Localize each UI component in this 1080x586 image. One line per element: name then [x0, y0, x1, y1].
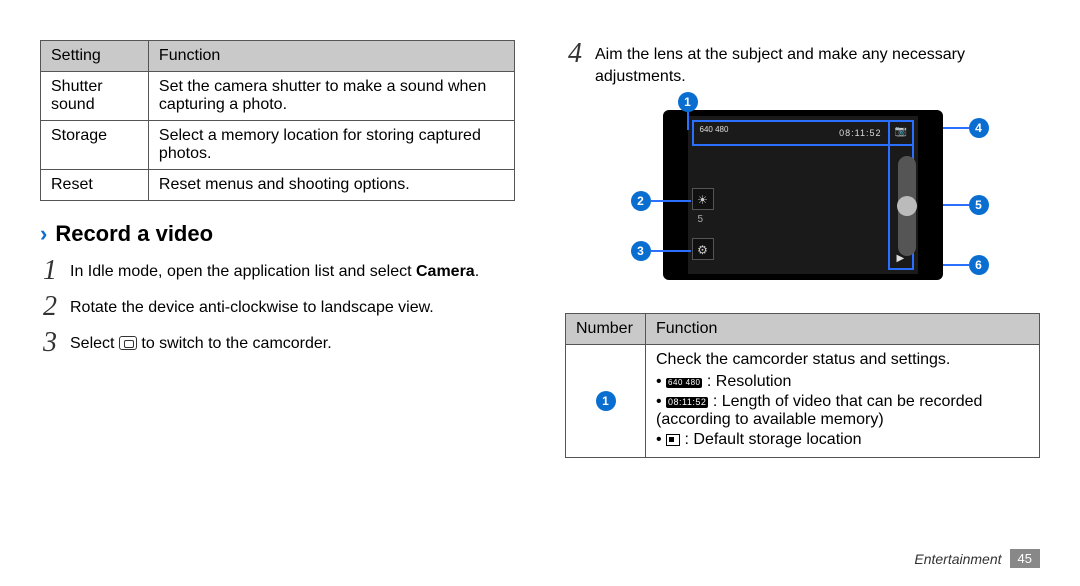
table-row: 1 Check the camcorder status and setting…: [566, 345, 1040, 458]
table-row: Shutter sound Set the camera shutter to …: [41, 72, 515, 121]
exposure-button[interactable]: ☀: [692, 188, 714, 210]
exposure-icon: ☀: [697, 193, 708, 207]
list-item: 08:11:52 : Length of video that can be r…: [656, 393, 1029, 429]
step-text: In Idle mode, open the application list …: [70, 257, 515, 285]
step-3: 3 Select to switch to the camcorder.: [40, 329, 515, 357]
list-item: : Default storage location: [656, 431, 1029, 449]
step-text: Aim the lens at the subject and make any…: [595, 40, 1040, 87]
callout-badge: 6: [969, 255, 989, 275]
callout-badge: 5: [969, 195, 989, 215]
callout-1-strip: 640 480 08:11:52 ▣: [692, 120, 914, 146]
phone-screen: 640 480 08:11:52 ▣ 📷 ▶ ☀ 5: [688, 116, 918, 274]
callout-3: 3: [631, 241, 691, 261]
cell-function: Check the camcorder status and settings.…: [646, 345, 1040, 458]
settings-table: Setting Function Shutter sound Set the c…: [40, 40, 515, 201]
function-intro: Check the camcorder status and settings.: [656, 351, 1029, 369]
cell-function: Set the camera shutter to make a sound w…: [148, 72, 514, 121]
callout-5: 5: [943, 195, 989, 215]
thead-number: Number: [566, 314, 646, 345]
resolution-icon: 640 480: [700, 126, 729, 133]
phone-outline: 640 480 08:11:52 ▣ 📷 ▶ ☀ 5: [663, 110, 943, 280]
cell-setting: Storage: [41, 121, 149, 170]
cell-function: Select a memory location for storing cap…: [148, 121, 514, 170]
gear-icon: ⚙: [697, 243, 708, 257]
cell-number: 1: [566, 345, 646, 458]
table-row: Reset Reset menus and shooting options.: [41, 170, 515, 201]
length-counter-icon: 08:11:52: [666, 397, 708, 408]
cell-setting: Reset: [41, 170, 149, 201]
step-text: Rotate the device anti-clockwise to land…: [70, 293, 515, 321]
chevron-right-icon: ›: [40, 221, 47, 247]
number-function-table: Number Function 1 Check the camcorder st…: [565, 313, 1040, 458]
row-badge: 1: [596, 391, 616, 411]
thead-function: Function: [646, 314, 1040, 345]
list-item-text: : Resolution: [702, 373, 791, 390]
step-number: 4: [565, 40, 585, 87]
step-2: 2 Rotate the device anti-clockwise to la…: [40, 293, 515, 321]
step-text-bold: Camera: [416, 263, 475, 280]
footer-page-number: 45: [1010, 549, 1040, 568]
callout-6: 6: [943, 255, 989, 275]
thead-function: Function: [148, 41, 514, 72]
step-text-pre: In Idle mode, open the application list …: [70, 263, 416, 280]
camcorder-diagram: 640 480 08:11:52 ▣ 📷 ▶ ☀ 5: [613, 95, 993, 295]
section-title: Record a video: [55, 221, 213, 247]
resolution-icon: 640 480: [666, 378, 702, 388]
list-item: 640 480 : Resolution: [656, 373, 1029, 391]
camera-icon: [119, 336, 137, 350]
step-text-post: .: [475, 263, 479, 280]
slider-knob[interactable]: [897, 196, 917, 216]
list-item-text: : Default storage location: [680, 431, 861, 448]
step-text-pre: Select: [70, 335, 119, 352]
callout-1: 1: [678, 92, 698, 130]
callout-badge: 4: [969, 118, 989, 138]
step-1: 1 In Idle mode, open the application lis…: [40, 257, 515, 285]
storage-icon: [666, 434, 680, 446]
step-4: 4 Aim the lens at the subject and make a…: [565, 40, 1040, 87]
zoom-slider[interactable]: [898, 156, 916, 256]
callout-badge: 3: [631, 241, 651, 261]
cell-setting: Shutter sound: [41, 72, 149, 121]
left-column: Setting Function Shutter sound Set the c…: [40, 40, 515, 478]
two-column-layout: Setting Function Shutter sound Set the c…: [40, 40, 1040, 478]
step-text: Select to switch to the camcorder.: [70, 329, 515, 357]
camera-switch-icon: 📷: [895, 126, 907, 137]
section-heading: › Record a video: [40, 221, 515, 247]
callout-4: 4: [943, 118, 989, 138]
step-number: 1: [40, 257, 60, 285]
table-row: Storage Select a memory location for sto…: [41, 121, 515, 170]
length-counter: 08:11:52: [839, 128, 881, 138]
step-number: 3: [40, 329, 60, 357]
step-number: 2: [40, 293, 60, 321]
step-text-post: to switch to the camcorder.: [141, 335, 331, 352]
callout-2: 2: [631, 191, 691, 211]
footer-category: Entertainment: [914, 551, 1001, 567]
settings-button[interactable]: ⚙: [692, 238, 714, 260]
callout-badge: 2: [631, 191, 651, 211]
function-list: 640 480 : Resolution 08:11:52 : Length o…: [656, 369, 1029, 449]
exposure-value: 5: [698, 214, 704, 225]
right-column: 4 Aim the lens at the subject and make a…: [565, 40, 1040, 478]
cell-function: Reset menus and shooting options.: [148, 170, 514, 201]
thead-setting: Setting: [41, 41, 149, 72]
page-footer: Entertainment 45: [914, 549, 1040, 568]
callout-badge: 1: [678, 92, 698, 112]
